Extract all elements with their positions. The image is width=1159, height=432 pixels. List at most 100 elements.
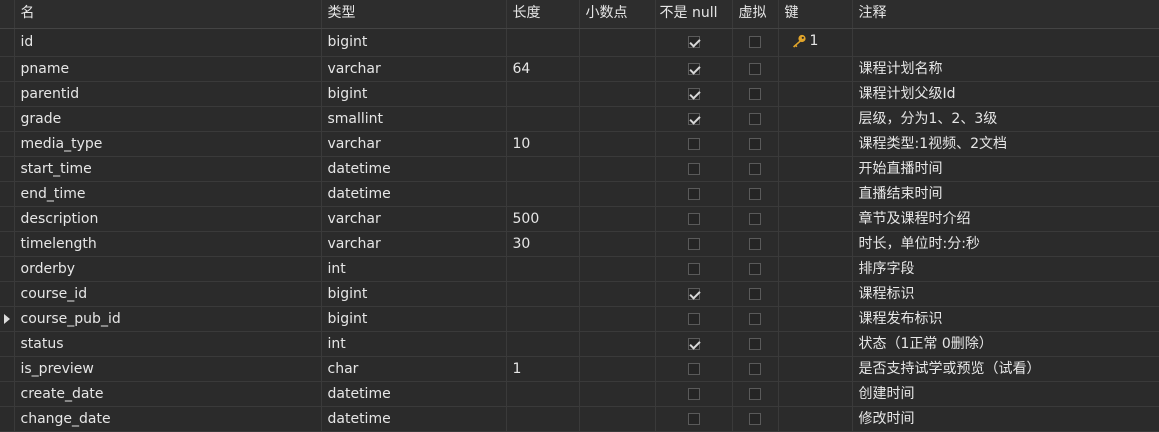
table-row[interactable]: parentid bigint 课程计划父级Id <box>0 81 1159 107</box>
cell-decimals[interactable] <box>579 356 656 382</box>
cell-name[interactable]: id <box>14 28 322 57</box>
cell-length[interactable] <box>506 181 580 207</box>
not-null-checkbox[interactable] <box>687 112 700 125</box>
cell-length[interactable] <box>506 306 580 332</box>
cell-comment[interactable]: 创建时间 <box>852 381 1159 407</box>
cell-name[interactable]: end_time <box>14 181 322 207</box>
not-null-checkbox[interactable] <box>687 162 700 175</box>
cell-comment[interactable]: 章节及课程时介绍 <box>852 206 1159 232</box>
cell-key[interactable] <box>778 56 853 82</box>
table-row[interactable]: end_time datetime 直播结束时间 <box>0 181 1159 207</box>
not-null-checkbox[interactable] <box>687 262 700 275</box>
cell-length[interactable]: 1 <box>506 356 580 382</box>
virtual-checkbox[interactable] <box>749 262 761 275</box>
cell-type[interactable]: bigint <box>321 281 507 307</box>
cell-name[interactable]: pname <box>14 56 322 82</box>
cell-decimals[interactable] <box>579 281 656 307</box>
cell-decimals[interactable] <box>579 306 656 332</box>
cell-comment[interactable]: 时长，单位时:分:秒 <box>852 231 1159 257</box>
table-row[interactable]: course_id bigint 课程标识 <box>0 281 1159 307</box>
cell-name[interactable]: create_date <box>14 381 322 407</box>
cell-decimals[interactable] <box>579 406 656 432</box>
table-row[interactable]: orderby int 排序字段 <box>0 256 1159 282</box>
cell-comment[interactable]: 课程类型:1视频、2文档 <box>852 131 1159 157</box>
cell-type[interactable]: datetime <box>321 381 507 407</box>
cell-comment[interactable]: 排序字段 <box>852 256 1159 282</box>
not-null-checkbox[interactable] <box>687 212 700 225</box>
table-row[interactable]: description varchar 500 章节及课程时介绍 <box>0 206 1159 232</box>
virtual-checkbox[interactable] <box>749 362 761 375</box>
cell-length[interactable]: 10 <box>506 131 580 157</box>
not-null-checkbox[interactable] <box>687 62 700 75</box>
virtual-checkbox[interactable] <box>749 87 761 100</box>
cell-length[interactable] <box>506 381 580 407</box>
cell-type[interactable]: varchar <box>321 206 507 232</box>
cell-comment[interactable]: 状态（1正常 0删除） <box>852 331 1159 357</box>
cell-length[interactable] <box>506 256 580 282</box>
cell-key[interactable] <box>778 81 853 107</box>
cell-comment[interactable] <box>852 28 1159 57</box>
cell-key[interactable] <box>778 306 853 332</box>
cell-key[interactable] <box>778 131 853 157</box>
virtual-checkbox[interactable] <box>749 62 761 75</box>
cell-key[interactable] <box>778 156 853 182</box>
column-header-not-null[interactable]: 不是 null <box>655 0 733 29</box>
cell-key[interactable] <box>778 256 853 282</box>
cell-comment[interactable]: 课程标识 <box>852 281 1159 307</box>
cell-decimals[interactable] <box>579 81 656 107</box>
cell-length[interactable]: 64 <box>506 56 580 82</box>
cell-length[interactable] <box>506 106 580 132</box>
cell-name[interactable]: start_time <box>14 156 322 182</box>
cell-key[interactable] <box>778 106 853 132</box>
cell-decimals[interactable] <box>579 206 656 232</box>
virtual-checkbox[interactable] <box>749 237 761 250</box>
cell-type[interactable]: int <box>321 256 507 282</box>
virtual-checkbox[interactable] <box>749 287 761 300</box>
cell-comment[interactable]: 层级，分为1、2、3级 <box>852 106 1159 132</box>
not-null-checkbox[interactable] <box>687 362 700 375</box>
cell-comment[interactable]: 课程计划名称 <box>852 56 1159 82</box>
column-header-type[interactable]: 类型 <box>321 0 507 29</box>
column-header-length[interactable]: 长度 <box>506 0 580 29</box>
table-row[interactable]: media_type varchar 10 课程类型:1视频、2文档 <box>0 131 1159 157</box>
virtual-checkbox[interactable] <box>749 137 761 150</box>
table-row[interactable]: pname varchar 64 课程计划名称 <box>0 56 1159 82</box>
table-row[interactable]: status int 状态（1正常 0删除） <box>0 331 1159 357</box>
cell-key[interactable] <box>778 206 853 232</box>
not-null-checkbox[interactable] <box>687 137 700 150</box>
column-header-name[interactable]: 名 <box>14 0 322 29</box>
cell-key[interactable] <box>778 231 853 257</box>
cell-decimals[interactable] <box>579 181 656 207</box>
cell-name[interactable]: is_preview <box>14 356 322 382</box>
cell-decimals[interactable] <box>579 381 656 407</box>
cell-key[interactable] <box>778 331 853 357</box>
cell-type[interactable]: varchar <box>321 131 507 157</box>
virtual-checkbox[interactable] <box>749 162 761 175</box>
virtual-checkbox[interactable] <box>749 187 761 200</box>
virtual-checkbox[interactable] <box>749 337 761 350</box>
virtual-checkbox[interactable] <box>749 212 761 225</box>
cell-length[interactable] <box>506 156 580 182</box>
cell-length[interactable] <box>506 281 580 307</box>
cell-type[interactable]: bigint <box>321 306 507 332</box>
cell-name[interactable]: orderby <box>14 256 322 282</box>
cell-name[interactable]: change_date <box>14 406 322 432</box>
not-null-checkbox[interactable] <box>687 237 700 250</box>
cell-name[interactable]: grade <box>14 106 322 132</box>
cell-type[interactable]: datetime <box>321 156 507 182</box>
cell-decimals[interactable] <box>579 106 656 132</box>
cell-name[interactable]: timelength <box>14 231 322 257</box>
cell-type[interactable]: varchar <box>321 231 507 257</box>
cell-key[interactable] <box>778 406 853 432</box>
cell-decimals[interactable] <box>579 28 656 57</box>
cell-name[interactable]: status <box>14 331 322 357</box>
column-header-decimals[interactable]: 小数点 <box>579 0 656 29</box>
column-header-key[interactable]: 键 <box>778 0 853 29</box>
cell-name[interactable]: media_type <box>14 131 322 157</box>
cell-length[interactable] <box>506 406 580 432</box>
not-null-checkbox[interactable] <box>687 36 700 48</box>
table-row[interactable]: start_time datetime 开始直播时间 <box>0 156 1159 182</box>
cell-name[interactable]: parentid <box>14 81 322 107</box>
cell-comment[interactable]: 修改时间 <box>852 406 1159 432</box>
table-row[interactable]: create_date datetime 创建时间 <box>0 381 1159 407</box>
